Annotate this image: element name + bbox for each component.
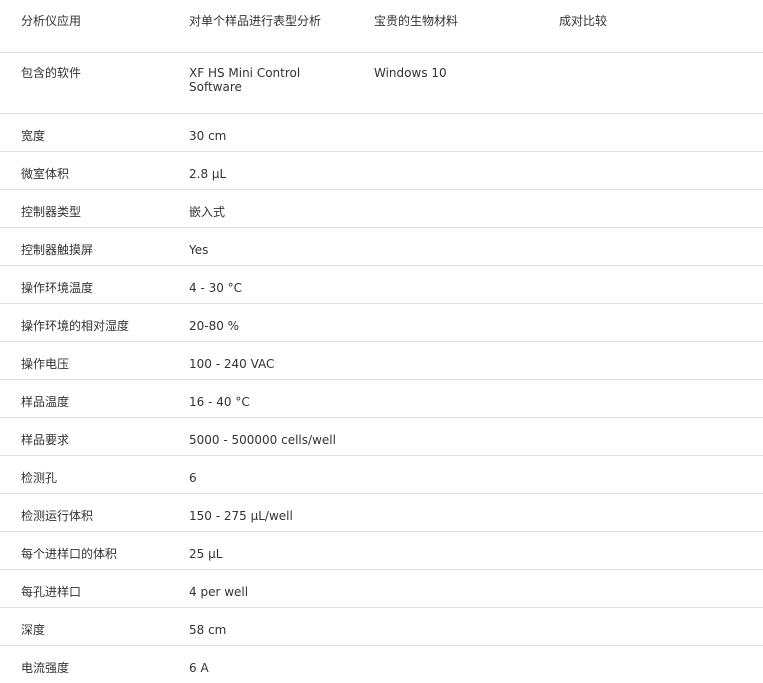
software-value-os: Windows 10 (374, 53, 559, 114)
spec-row: 样品温度 16 - 40 °C (0, 380, 763, 418)
spec-label: 控制器触摸屏 (0, 228, 189, 266)
spec-row: 每个进样口的体积 25 µL (0, 532, 763, 570)
spec-row: 操作环境温度 4 - 30 °C (0, 266, 763, 304)
spec-row: 电流强度 6 A (0, 646, 763, 683)
software-label: 包含的软件 (0, 53, 189, 114)
software-value-control: XF HS Mini Control Software (189, 53, 374, 114)
spec-row: 每孔进样口 4 per well (0, 570, 763, 608)
spec-value: 4 - 30 °C (189, 266, 763, 304)
spec-value: 25 µL (189, 532, 763, 570)
spec-label: 控制器类型 (0, 190, 189, 228)
software-value-line-1: XF HS Mini Control (189, 66, 374, 80)
spec-label: 每孔进样口 (0, 570, 189, 608)
spec-label: 每个进样口的体积 (0, 532, 189, 570)
spec-value: 6 A (189, 646, 763, 683)
spec-value: 5000 - 500000 cells/well (189, 418, 763, 456)
spec-label: 样品温度 (0, 380, 189, 418)
spec-row: 操作环境的相对湿度 20-80 % (0, 304, 763, 342)
spec-row: 控制器类型 嵌入式 (0, 190, 763, 228)
spec-row: 样品要求 5000 - 500000 cells/well (0, 418, 763, 456)
header-application-label: 分析仪应用 (0, 0, 189, 53)
spec-row: 操作电压 100 - 240 VAC (0, 342, 763, 380)
software-empty-cell (559, 53, 763, 114)
spec-label: 操作环境温度 (0, 266, 189, 304)
spec-label: 检测运行体积 (0, 494, 189, 532)
spec-value: 20-80 % (189, 304, 763, 342)
spec-row: 检测运行体积 150 - 275 µL/well (0, 494, 763, 532)
spec-label: 操作电压 (0, 342, 189, 380)
spec-row: 控制器触摸屏 Yes (0, 228, 763, 266)
header-application-paired: 成对比较 (559, 0, 763, 53)
spec-row: 微室体积 2.8 µL (0, 152, 763, 190)
spec-value: 100 - 240 VAC (189, 342, 763, 380)
spec-label: 微室体积 (0, 152, 189, 190)
spec-value: 16 - 40 °C (189, 380, 763, 418)
header-application-single: 对单个样品进行表型分析 (189, 0, 374, 53)
header-application-precious: 宝贵的生物材料 (374, 0, 559, 53)
spec-label: 操作环境的相对湿度 (0, 304, 189, 342)
spec-label: 宽度 (0, 114, 189, 152)
spec-row: 深度 58 cm (0, 608, 763, 646)
spec-row: 宽度 30 cm (0, 114, 763, 152)
spec-label: 检测孔 (0, 456, 189, 494)
spec-row: 检测孔 6 (0, 456, 763, 494)
spec-label: 电流强度 (0, 646, 189, 683)
spec-value: 150 - 275 µL/well (189, 494, 763, 532)
spec-value: Yes (189, 228, 763, 266)
header-row: 分析仪应用 对单个样品进行表型分析 宝贵的生物材料 成对比较 (0, 0, 763, 53)
spec-value: 嵌入式 (189, 190, 763, 228)
software-value-line-2: Software (189, 80, 374, 94)
spec-value: 4 per well (189, 570, 763, 608)
spec-label: 深度 (0, 608, 189, 646)
spec-value: 30 cm (189, 114, 763, 152)
spec-table: 分析仪应用 对单个样品进行表型分析 宝贵的生物材料 成对比较 包含的软件 XF … (0, 0, 763, 683)
spec-value: 58 cm (189, 608, 763, 646)
software-row: 包含的软件 XF HS Mini Control Software Window… (0, 53, 763, 114)
spec-label: 样品要求 (0, 418, 189, 456)
spec-value: 2.8 µL (189, 152, 763, 190)
spec-value: 6 (189, 456, 763, 494)
